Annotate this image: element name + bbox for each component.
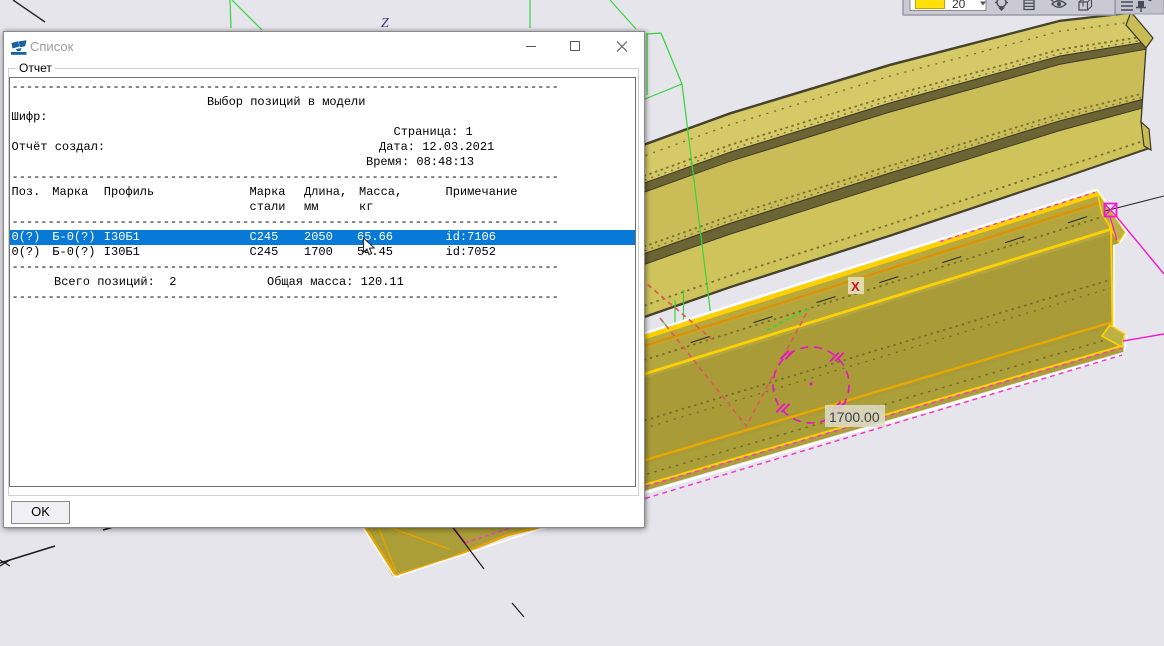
svg-text:20: 20 [952, 0, 966, 11]
svg-text:1700.00: 1700.00 [829, 409, 880, 425]
svg-text:X: X [851, 279, 860, 294]
svg-text:Z: Z [381, 16, 389, 31]
